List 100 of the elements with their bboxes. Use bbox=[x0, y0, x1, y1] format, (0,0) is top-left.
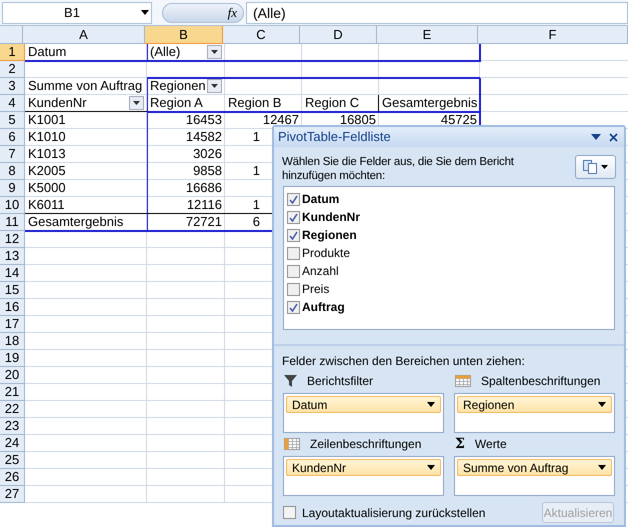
column-header[interactable]: A bbox=[23, 26, 145, 44]
caret-icon[interactable] bbox=[207, 45, 222, 59]
row-header[interactable]: 23 bbox=[0, 418, 25, 435]
table-cell-text: Region C bbox=[304, 95, 360, 111]
field-button[interactable]: Summe von Auftrag bbox=[457, 459, 612, 476]
row-header[interactable]: 12 bbox=[0, 231, 25, 248]
caret-icon[interactable] bbox=[207, 79, 222, 93]
row-header[interactable]: 13 bbox=[0, 248, 25, 265]
field-label[interactable]: Produkte bbox=[302, 244, 350, 262]
column-header[interactable]: D bbox=[300, 26, 377, 44]
formula-bar[interactable]: (Alle) bbox=[246, 2, 628, 24]
row-header[interactable]: 1 bbox=[0, 44, 25, 61]
table-cell-text: 6 bbox=[252, 214, 261, 230]
row-header[interactable]: 6 bbox=[0, 129, 25, 146]
row-header[interactable]: 15 bbox=[0, 282, 25, 299]
dropdown-cell[interactable]: KundenNr bbox=[25, 95, 147, 111]
row-header[interactable]: 24 bbox=[0, 435, 25, 452]
table-cell-text: 1 bbox=[252, 129, 261, 145]
dropdown-icon[interactable] bbox=[591, 134, 601, 140]
sigma-icon: Σ bbox=[455, 437, 465, 451]
row-header[interactable]: 25 bbox=[0, 452, 25, 469]
area-title: Berichtsfilter bbox=[307, 373, 374, 390]
table-cell-text: K1013 bbox=[27, 146, 67, 162]
table-cell-text: 72721 bbox=[184, 214, 223, 230]
field-label[interactable]: Regionen bbox=[302, 226, 357, 244]
table-cell-text: K6011 bbox=[27, 197, 66, 213]
field-label[interactable]: Auftrag bbox=[302, 298, 345, 316]
row-header[interactable]: 18 bbox=[0, 333, 25, 350]
checkbox[interactable] bbox=[287, 192, 300, 206]
checkbox[interactable] bbox=[287, 282, 300, 296]
row-header[interactable]: 27 bbox=[0, 486, 25, 503]
caret-icon[interactable] bbox=[598, 465, 606, 470]
row-header[interactable]: 5 bbox=[0, 112, 25, 129]
caret-icon[interactable] bbox=[129, 96, 144, 110]
dropdown-cell[interactable]: (Alle) bbox=[147, 44, 225, 60]
column-header[interactable]: C bbox=[223, 26, 300, 44]
filter-icon bbox=[284, 375, 297, 387]
table-cell-text: K5000 bbox=[27, 180, 67, 196]
drop-area[interactable]: Datum bbox=[283, 393, 444, 433]
instruction-text: Felder zwischen den Bereichen unten ziehen: bbox=[281, 353, 526, 370]
field-label[interactable]: Datum bbox=[302, 190, 340, 208]
row-header[interactable]: 11 bbox=[0, 214, 25, 231]
dropdown-cell[interactable]: Regionen bbox=[147, 78, 225, 94]
row-header[interactable]: 4 bbox=[0, 95, 25, 112]
field-button[interactable]: KundenNr bbox=[286, 459, 441, 476]
row-header[interactable]: 2 bbox=[0, 61, 25, 78]
row-header[interactable]: 3 bbox=[0, 78, 25, 95]
checkbox[interactable] bbox=[287, 228, 300, 242]
function-button[interactable]: fx bbox=[228, 2, 237, 22]
checkbox[interactable] bbox=[287, 210, 300, 224]
table-cell-text: 16805 bbox=[338, 112, 377, 128]
checkbox[interactable] bbox=[287, 246, 300, 260]
row-header[interactable]: 26 bbox=[0, 469, 25, 486]
caret-icon[interactable] bbox=[598, 402, 606, 407]
row-header[interactable]: 21 bbox=[0, 384, 25, 401]
field-button[interactable]: Datum bbox=[286, 396, 441, 413]
row-header[interactable]: 7 bbox=[0, 146, 25, 163]
row-header[interactable]: 14 bbox=[0, 265, 25, 282]
close-icon[interactable] bbox=[609, 132, 618, 142]
row-header[interactable]: 22 bbox=[0, 401, 25, 418]
field-label[interactable]: Preis bbox=[302, 280, 330, 298]
table-cell-text: Region A bbox=[149, 95, 204, 111]
row-header[interactable]: 8 bbox=[0, 163, 25, 180]
table-cell-text: K1001 bbox=[27, 112, 67, 128]
table-cell-text: Gesamtergebnis bbox=[27, 214, 124, 230]
drop-area[interactable]: Regionen bbox=[454, 393, 615, 433]
checkbox-label[interactable]: Layoutaktualisierung zurückstellen bbox=[302, 504, 542, 522]
checkbox[interactable] bbox=[287, 264, 300, 278]
table-layout-icon bbox=[583, 160, 597, 174]
row-header[interactable]: 19 bbox=[0, 350, 25, 367]
area-title: Spaltenbeschriftungen bbox=[481, 373, 600, 390]
checkbox[interactable] bbox=[283, 506, 296, 519]
row-header[interactable]: 20 bbox=[0, 367, 25, 384]
drop-area[interactable]: Summe von Auftrag bbox=[454, 456, 615, 496]
caret-icon[interactable] bbox=[427, 402, 435, 407]
row-header[interactable]: 16 bbox=[0, 299, 25, 316]
caret-icon[interactable] bbox=[427, 465, 435, 470]
table-cell-text: 9858 bbox=[192, 163, 223, 179]
table-cell-text: 1 bbox=[252, 197, 261, 213]
table-cell-text: 12116 bbox=[186, 197, 223, 213]
field-label[interactable]: KundenNr bbox=[302, 208, 360, 226]
table-cell-text: Region B bbox=[227, 95, 282, 111]
drop-area[interactable]: KundenNr bbox=[283, 456, 444, 496]
row-header[interactable]: 17 bbox=[0, 316, 25, 333]
field-button[interactable]: Regionen bbox=[457, 396, 612, 413]
column-header[interactable]: B bbox=[145, 26, 223, 44]
checkbox[interactable] bbox=[287, 300, 300, 314]
dropdown-icon[interactable] bbox=[141, 10, 149, 15]
field-label[interactable]: Anzahl bbox=[302, 262, 339, 280]
table-cell-text: K2005 bbox=[27, 163, 67, 179]
layout-button[interactable] bbox=[575, 155, 616, 179]
grid-icon bbox=[455, 375, 471, 387]
column-header[interactable]: F bbox=[478, 26, 628, 44]
row-header[interactable]: 9 bbox=[0, 180, 25, 197]
table-cell-text: 45725 bbox=[440, 112, 478, 128]
area-title: Werte bbox=[474, 436, 507, 453]
table-cell-text: 16686 bbox=[184, 180, 223, 196]
column-header[interactable]: E bbox=[377, 26, 478, 44]
table-cell-text: 3026 bbox=[192, 146, 223, 162]
row-header[interactable]: 10 bbox=[0, 197, 25, 214]
